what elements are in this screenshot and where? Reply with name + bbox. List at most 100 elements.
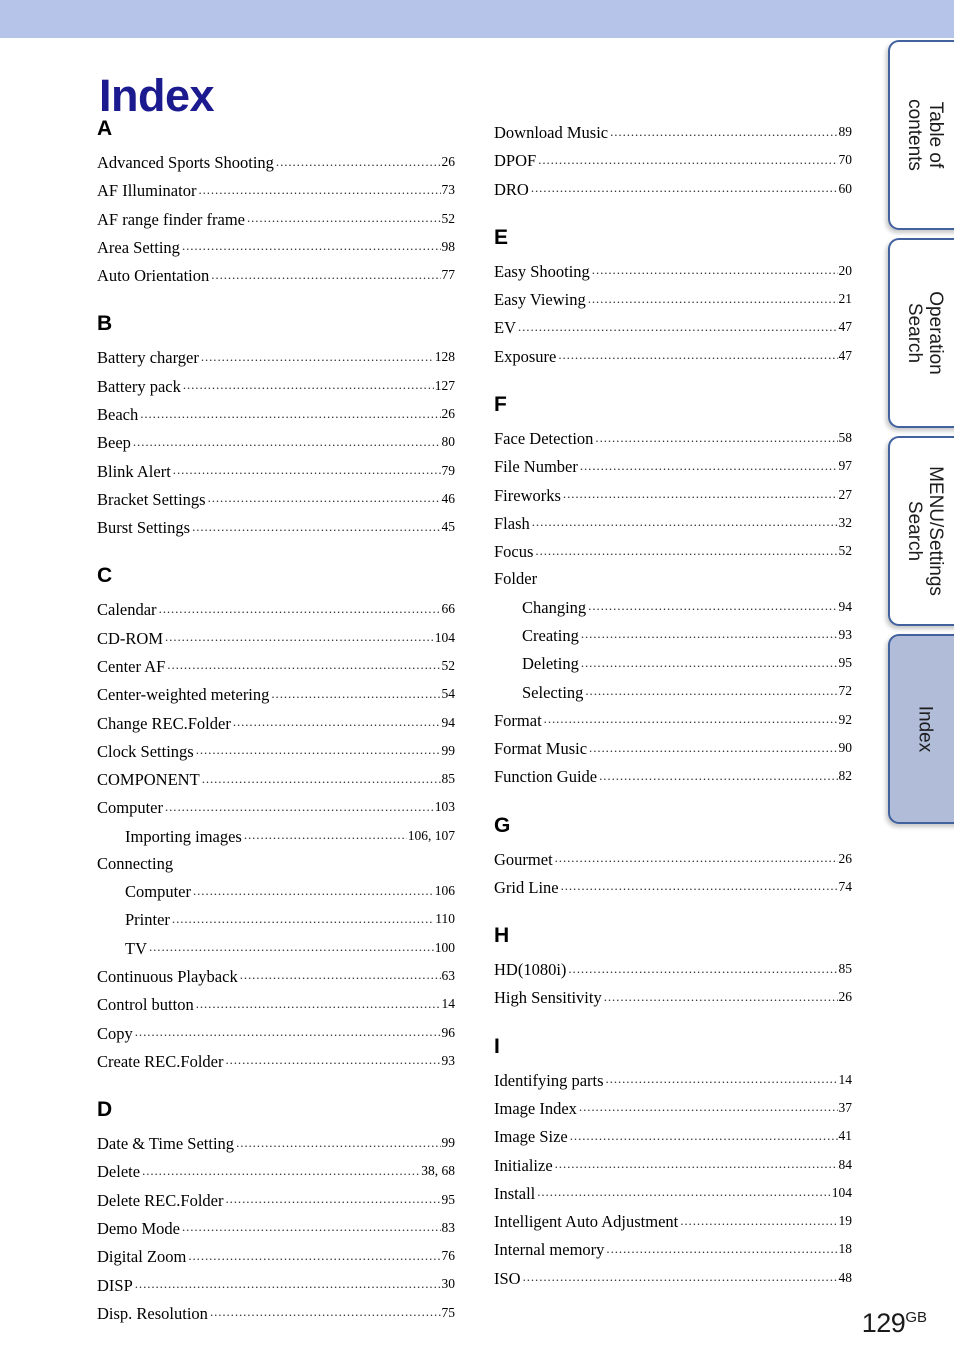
index-entry[interactable]: Delete REC.Folder 95 <box>97 1186 455 1214</box>
index-entry[interactable]: Burst Settings 45 <box>97 513 455 541</box>
dot-leader <box>196 1002 441 1019</box>
index-entry[interactable]: Internal memory 18 <box>494 1235 852 1263</box>
tab-operation-search-label: Operation Search <box>904 291 946 375</box>
index-entry[interactable]: Initialize 84 <box>494 1151 852 1179</box>
index-entry[interactable]: CD-ROM 104 <box>97 624 455 652</box>
index-entry[interactable]: Beep 80 <box>97 428 455 456</box>
index-entry[interactable]: Install 104 <box>494 1179 852 1207</box>
index-entry[interactable]: Connecting <box>97 850 455 877</box>
index-entry[interactable]: Fireworks 27 <box>494 481 852 509</box>
index-entry[interactable]: Blink Alert 79 <box>97 457 455 485</box>
section-letter-heading: B <box>97 312 112 336</box>
index-entry[interactable]: Delete 38, 68 <box>97 1157 455 1185</box>
index-entry-term: Battery pack <box>97 376 181 396</box>
index-entry[interactable]: DPOF 70 <box>494 146 852 174</box>
index-entry[interactable]: Deleting 95 <box>494 649 852 677</box>
index-entry[interactable]: Printer 110 <box>97 905 455 933</box>
index-entry[interactable]: ISO 48 <box>494 1264 852 1292</box>
index-column-right: Download Music 89 DPOF 70 DRO 60 E Easy Shootin… <box>494 118 852 1292</box>
index-section: Download Music 89 DPOF 70 DRO 60 <box>494 118 852 203</box>
index-entry-term: Format Music <box>494 739 588 759</box>
index-entry[interactable]: Creating 93 <box>494 621 852 649</box>
dot-leader <box>532 521 838 538</box>
index-entry[interactable]: Computer 103 <box>97 793 455 821</box>
index-entry-term: Selecting <box>522 682 584 702</box>
index-entry-term: Beep <box>97 433 131 453</box>
index-entry[interactable]: Format 92 <box>494 706 852 734</box>
index-entry[interactable]: Disp. Resolution 75 <box>97 1299 455 1327</box>
index-entry[interactable]: File Number 97 <box>494 452 852 480</box>
index-entry[interactable]: DISP 30 <box>97 1270 455 1298</box>
index-entry[interactable]: Auto Orientation 77 <box>97 261 455 289</box>
index-entry[interactable]: Importing images 106, 107 <box>97 822 455 850</box>
index-entry[interactable]: Bracket Settings 46 <box>97 485 455 513</box>
index-entry[interactable]: Demo Mode 83 <box>97 1214 455 1242</box>
index-entry[interactable]: High Sensitivity 26 <box>494 983 852 1011</box>
index-entry[interactable]: Format Music 90 <box>494 734 852 762</box>
index-entry[interactable]: Create REC.Folder 93 <box>97 1047 455 1075</box>
index-entry[interactable]: Digital Zoom 76 <box>97 1242 455 1270</box>
dot-leader <box>225 1197 440 1214</box>
index-entry[interactable]: Identifying parts 14 <box>494 1066 852 1094</box>
index-entry[interactable]: COMPONENT 85 <box>97 765 455 793</box>
section-letter-heading: I <box>494 1034 500 1058</box>
dot-leader <box>606 1247 837 1264</box>
index-entry[interactable]: HD(1080i) 85 <box>494 955 852 983</box>
tab-operation-search[interactable]: Operation Search <box>888 238 954 428</box>
index-entry[interactable]: Intelligent Auto Adjustment 19 <box>494 1207 852 1235</box>
index-entry[interactable]: Computer 106 <box>97 877 455 905</box>
index-entry[interactable]: Area Setting 98 <box>97 233 455 261</box>
index-entry[interactable]: EV 47 <box>494 313 852 341</box>
index-entry[interactable]: Change REC.Folder 94 <box>97 709 455 737</box>
index-entry[interactable]: Calendar 66 <box>97 595 455 623</box>
index-entry[interactable]: Folder <box>494 565 852 592</box>
index-entry[interactable]: AF Illuminator 73 <box>97 176 455 204</box>
index-entry-page-number: 26 <box>441 405 456 421</box>
dot-leader <box>198 188 440 205</box>
index-entry[interactable]: Center-weighted metering 54 <box>97 680 455 708</box>
tab-index[interactable]: Index <box>888 634 954 824</box>
index-entry[interactable]: Function Guide 82 <box>494 762 852 790</box>
index-entry[interactable]: AF range finder frame 52 <box>97 205 455 233</box>
section-letter-heading: E <box>494 225 508 249</box>
index-entry-term: Computer <box>125 882 191 902</box>
dot-leader <box>175 861 454 878</box>
index-entry[interactable]: Easy Shooting 20 <box>494 257 852 285</box>
index-entry-page-number: 94 <box>441 714 456 730</box>
index-entry[interactable]: Image Size 41 <box>494 1122 852 1150</box>
index-entry[interactable]: Copy 96 <box>97 1019 455 1047</box>
dot-leader <box>581 633 838 650</box>
index-entry[interactable]: Easy Viewing 21 <box>494 285 852 313</box>
index-entry[interactable]: Battery pack 127 <box>97 372 455 400</box>
index-entry[interactable]: Changing 94 <box>494 593 852 621</box>
index-entry[interactable]: DRO 60 <box>494 175 852 203</box>
index-entry[interactable]: Flash 32 <box>494 509 852 537</box>
dot-leader <box>208 497 441 514</box>
index-entry-page-number: 37 <box>838 1099 853 1115</box>
dot-leader <box>610 130 837 147</box>
index-entry-term: Beach <box>97 405 139 425</box>
index-entry[interactable]: Continuous Playback 63 <box>97 962 455 990</box>
index-entry[interactable]: Battery charger 128 <box>97 343 455 371</box>
index-entry[interactable]: Gourmet 26 <box>494 845 852 873</box>
index-entry[interactable]: Clock Settings 99 <box>97 737 455 765</box>
tab-menu-settings-search[interactable]: MENU/Settings Search <box>888 436 954 626</box>
index-entry[interactable]: Grid Line 74 <box>494 873 852 901</box>
index-entry[interactable]: Date & Time Setting 99 <box>97 1129 455 1157</box>
index-entry[interactable]: Beach 26 <box>97 400 455 428</box>
index-entry[interactable]: Download Music 89 <box>494 118 852 146</box>
index-entry[interactable]: Control button 14 <box>97 990 455 1018</box>
index-entry[interactable]: TV 100 <box>97 934 455 962</box>
index-entry[interactable]: Selecting 72 <box>494 677 852 705</box>
index-entry[interactable]: Advanced Sports Shooting 26 <box>97 148 455 176</box>
index-entry-term: Install <box>494 1183 536 1203</box>
index-entry[interactable]: Face Detection 58 <box>494 424 852 452</box>
index-entry[interactable]: Focus 52 <box>494 537 852 565</box>
index-entry[interactable]: Exposure 47 <box>494 342 852 370</box>
tab-table-of-contents[interactable]: Table of contents <box>888 40 954 230</box>
index-entry[interactable]: Image Index 37 <box>494 1094 852 1122</box>
index-entry-page-number: 26 <box>838 989 853 1005</box>
index-entry-page-number: 66 <box>441 601 456 617</box>
index-entry[interactable]: Center AF 52 <box>97 652 455 680</box>
dot-leader <box>604 995 838 1012</box>
